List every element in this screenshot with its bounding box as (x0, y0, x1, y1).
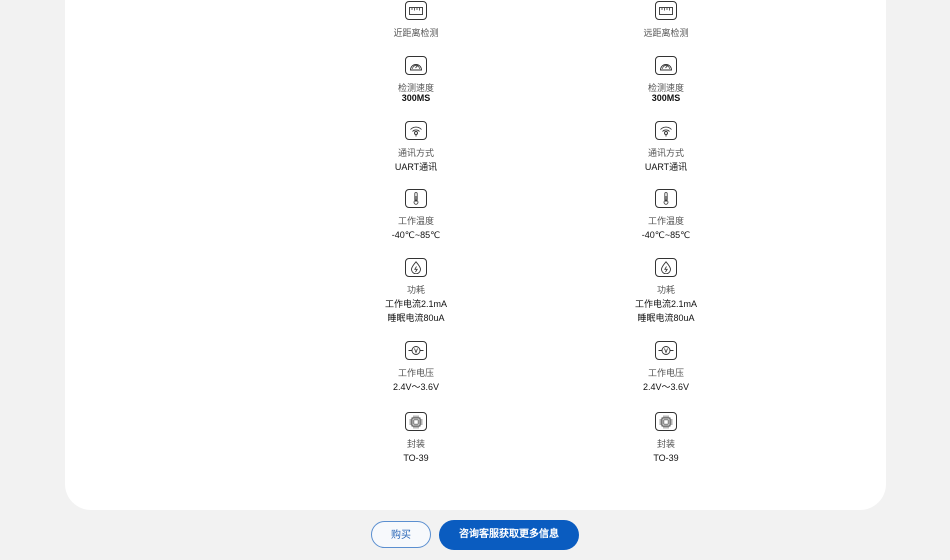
spec-value: 2.4V～3.6V (642, 382, 690, 392)
spec-item-range: 远距离检测 (596, 1, 736, 40)
ruler-icon (655, 1, 677, 20)
thermometer-icon (405, 189, 427, 208)
consult-service-button[interactable]: 咨询客服获取更多信息 (439, 520, 579, 550)
speedometer-icon (405, 56, 427, 75)
spec-value: 300MS (651, 93, 681, 103)
spec-value: -40℃~85℃ (391, 230, 441, 240)
spec-label: 封装 (406, 439, 425, 449)
power-drop-icon (655, 258, 677, 277)
spec-item-voltage: 工作电压 2.4V～3.6V (596, 341, 736, 394)
spec-value: 睡眠电流80uA (387, 313, 445, 323)
spec-label: 工作温度 (397, 216, 434, 226)
spec-item-package: 封装 TO-39 (346, 412, 486, 465)
spec-value: UART通讯 (644, 162, 688, 172)
spec-value: TO-39 (653, 453, 679, 463)
voltage-icon (405, 341, 427, 360)
spec-card: 近距离检测 检测速度 300MS 通讯方式 UART通讯 工作温度 -40℃~8… (65, 0, 886, 510)
spec-label: 通讯方式 (397, 148, 434, 158)
spec-item-power: 功耗 工作电流2.1mA 睡眠电流80uA (346, 258, 486, 325)
spec-item-speed: 检测速度 300MS (346, 56, 486, 105)
spec-item-voltage: 工作电压 2.4V～3.6V (346, 341, 486, 394)
spec-item-power: 功耗 工作电流2.1mA 睡眠电流80uA (596, 258, 736, 325)
chip-icon (655, 412, 677, 431)
spec-item-communication: 通讯方式 UART通讯 (596, 121, 736, 174)
power-drop-icon (405, 258, 427, 277)
spec-item-communication: 通讯方式 UART通讯 (346, 121, 486, 174)
spec-value: 工作电流2.1mA (634, 299, 697, 309)
spec-value: 300MS (401, 93, 431, 103)
spec-item-range: 近距离检测 (346, 1, 486, 40)
action-bar: 购买 咨询客服获取更多信息 (0, 520, 950, 552)
spec-label: 工作电压 (397, 368, 434, 378)
spec-label: 近距离检测 (393, 28, 439, 38)
spec-value: -40℃~85℃ (641, 230, 691, 240)
spec-label: 功耗 (406, 285, 425, 295)
ruler-icon (405, 1, 427, 20)
spec-label: 工作电压 (647, 368, 684, 378)
spec-value: 工作电流2.1mA (384, 299, 447, 309)
spec-value: 睡眠电流80uA (637, 313, 695, 323)
wireless-icon (655, 121, 677, 140)
spec-item-package: 封装 TO-39 (596, 412, 736, 465)
spec-value: UART通讯 (394, 162, 438, 172)
spec-label: 远距离检测 (643, 28, 689, 38)
wireless-icon (405, 121, 427, 140)
buy-button[interactable]: 购买 (371, 521, 431, 548)
spec-label: 功耗 (656, 285, 675, 295)
spec-label: 封装 (656, 439, 675, 449)
voltage-icon (655, 341, 677, 360)
spec-item-temperature: 工作温度 -40℃~85℃ (596, 189, 736, 242)
spec-label: 工作温度 (647, 216, 684, 226)
spec-value: 2.4V～3.6V (392, 382, 440, 392)
spec-value: TO-39 (403, 453, 429, 463)
spec-item-speed: 检测速度 300MS (596, 56, 736, 105)
spec-label: 通讯方式 (647, 148, 684, 158)
spec-item-temperature: 工作温度 -40℃~85℃ (346, 189, 486, 242)
chip-icon (405, 412, 427, 431)
thermometer-icon (655, 189, 677, 208)
speedometer-icon (655, 56, 677, 75)
